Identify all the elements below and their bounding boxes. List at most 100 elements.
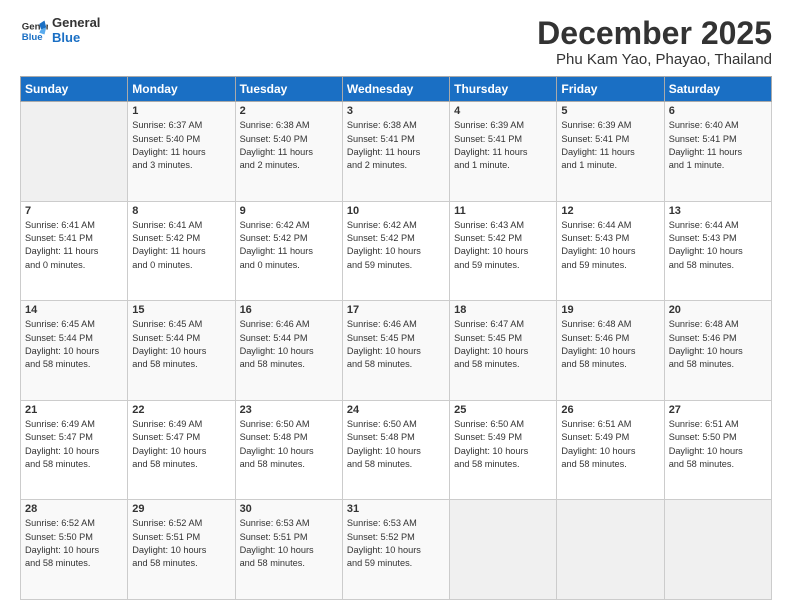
day-info: Sunrise: 6:39 AM Sunset: 5:41 PM Dayligh… [561,119,659,172]
day-cell: 31 Sunrise: 6:53 AM Sunset: 5:52 PM Dayli… [342,500,449,600]
day-cell: 25 Sunrise: 6:50 AM Sunset: 5:49 PM Dayli… [450,400,557,500]
day-info: Sunrise: 6:46 AM Sunset: 5:44 PM Dayligh… [240,318,338,371]
day-info: Sunrise: 6:48 AM Sunset: 5:46 PM Dayligh… [561,318,659,371]
logo-blue: Blue [52,31,100,46]
header-row: SundayMondayTuesdayWednesdayThursdayFrid… [21,77,772,102]
day-number: 31 [347,503,445,515]
day-number: 27 [669,404,767,416]
title-block: December 2025 Phu Kam Yao, Phayao, Thail… [537,16,772,68]
day-cell: 29 Sunrise: 6:52 AM Sunset: 5:51 PM Dayli… [128,500,235,600]
calendar-subtitle: Phu Kam Yao, Phayao, Thailand [537,51,772,68]
day-cell: 7Sunrise: 6:41 AM Sunset: 5:41 PM Daylig… [21,201,128,301]
day-cell: 2 Sunrise: 6:38 AM Sunset: 5:40 PM Daylig… [235,102,342,202]
day-info: Sunrise: 6:44 AM Sunset: 5:43 PM Dayligh… [669,219,767,272]
day-cell: 5Sunrise: 6:39 AM Sunset: 5:41 PM Daylig… [557,102,664,202]
day-number: 22 [132,404,230,416]
day-cell [664,500,771,600]
day-number: 1 [132,105,230,117]
day-number: 9 [240,205,338,217]
day-cell: 15Sunrise: 6:45 AM Sunset: 5:44 PM Dayli… [128,301,235,401]
day-number: 14 [25,304,123,316]
day-cell: 30Sunrise: 6:53 AM Sunset: 5:51 PM Dayli… [235,500,342,600]
day-info: Sunrise: 6:42 AM Sunset: 5:42 PM Dayligh… [347,219,445,272]
day-cell [450,500,557,600]
day-number: 29 [132,503,230,515]
day-info: Sunrise: 6:46 AM Sunset: 5:45 PM Dayligh… [347,318,445,371]
day-number: 25 [454,404,552,416]
svg-text:Blue: Blue [22,32,43,43]
col-header-sunday: Sunday [21,77,128,102]
day-info: Sunrise: 6:43 AM Sunset: 5:42 PM Dayligh… [454,219,552,272]
day-cell: 4 Sunrise: 6:39 AM Sunset: 5:41 PM Daylig… [450,102,557,202]
day-number: 23 [240,404,338,416]
col-header-friday: Friday [557,77,664,102]
day-cell: 14 Sunrise: 6:45 AM Sunset: 5:44 PM Dayli… [21,301,128,401]
day-cell: 13Sunrise: 6:44 AM Sunset: 5:43 PM Dayli… [664,201,771,301]
col-header-monday: Monday [128,77,235,102]
day-info: Sunrise: 6:51 AM Sunset: 5:49 PM Dayligh… [561,418,659,471]
logo-icon: General Blue [20,17,48,45]
day-cell: 19Sunrise: 6:48 AM Sunset: 5:46 PM Dayli… [557,301,664,401]
day-info: Sunrise: 6:53 AM Sunset: 5:51 PM Dayligh… [240,517,338,570]
day-number: 16 [240,304,338,316]
week-row-2: 7Sunrise: 6:41 AM Sunset: 5:41 PM Daylig… [21,201,772,301]
col-header-wednesday: Wednesday [342,77,449,102]
day-info: Sunrise: 6:38 AM Sunset: 5:41 PM Dayligh… [347,119,445,172]
day-number: 4 [454,105,552,117]
day-number: 12 [561,205,659,217]
day-info: Sunrise: 6:39 AM Sunset: 5:41 PM Dayligh… [454,119,552,172]
day-cell: 21 Sunrise: 6:49 AM Sunset: 5:47 PM Dayli… [21,400,128,500]
day-info: Sunrise: 6:50 AM Sunset: 5:49 PM Dayligh… [454,418,552,471]
week-row-1: 1Sunrise: 6:37 AM Sunset: 5:40 PM Daylig… [21,102,772,202]
day-info: Sunrise: 6:53 AM Sunset: 5:52 PM Dayligh… [347,517,445,570]
day-cell: 27Sunrise: 6:51 AM Sunset: 5:50 PM Dayli… [664,400,771,500]
day-cell: 9 Sunrise: 6:42 AM Sunset: 5:42 PM Daylig… [235,201,342,301]
logo-general: General [52,16,100,31]
day-cell: 8 Sunrise: 6:41 AM Sunset: 5:42 PM Daylig… [128,201,235,301]
day-number: 6 [669,105,767,117]
day-info: Sunrise: 6:50 AM Sunset: 5:48 PM Dayligh… [347,418,445,471]
day-cell: 24 Sunrise: 6:50 AM Sunset: 5:48 PM Dayli… [342,400,449,500]
day-cell [21,102,128,202]
day-number: 2 [240,105,338,117]
day-number: 17 [347,304,445,316]
day-cell [557,500,664,600]
day-number: 21 [25,404,123,416]
day-number: 20 [669,304,767,316]
calendar-title: December 2025 [537,16,772,51]
day-info: Sunrise: 6:40 AM Sunset: 5:41 PM Dayligh… [669,119,767,172]
day-number: 18 [454,304,552,316]
logo: General Blue General Blue [20,16,100,46]
day-number: 24 [347,404,445,416]
day-info: Sunrise: 6:49 AM Sunset: 5:47 PM Dayligh… [25,418,123,471]
day-info: Sunrise: 6:52 AM Sunset: 5:50 PM Dayligh… [25,517,123,570]
day-number: 8 [132,205,230,217]
day-number: 10 [347,205,445,217]
day-info: Sunrise: 6:42 AM Sunset: 5:42 PM Dayligh… [240,219,338,272]
day-number: 26 [561,404,659,416]
col-header-tuesday: Tuesday [235,77,342,102]
day-info: Sunrise: 6:45 AM Sunset: 5:44 PM Dayligh… [25,318,123,371]
day-info: Sunrise: 6:50 AM Sunset: 5:48 PM Dayligh… [240,418,338,471]
day-cell: 11 Sunrise: 6:43 AM Sunset: 5:42 PM Dayli… [450,201,557,301]
day-cell: 20 Sunrise: 6:48 AM Sunset: 5:46 PM Dayli… [664,301,771,401]
day-info: Sunrise: 6:52 AM Sunset: 5:51 PM Dayligh… [132,517,230,570]
day-info: Sunrise: 6:49 AM Sunset: 5:47 PM Dayligh… [132,418,230,471]
col-header-saturday: Saturday [664,77,771,102]
day-number: 3 [347,105,445,117]
day-info: Sunrise: 6:38 AM Sunset: 5:40 PM Dayligh… [240,119,338,172]
day-cell: 3 Sunrise: 6:38 AM Sunset: 5:41 PM Daylig… [342,102,449,202]
day-cell: 26 Sunrise: 6:51 AM Sunset: 5:49 PM Dayli… [557,400,664,500]
day-info: Sunrise: 6:41 AM Sunset: 5:42 PM Dayligh… [132,219,230,272]
day-info: Sunrise: 6:44 AM Sunset: 5:43 PM Dayligh… [561,219,659,272]
day-cell: 12 Sunrise: 6:44 AM Sunset: 5:43 PM Dayli… [557,201,664,301]
calendar-table: SundayMondayTuesdayWednesdayThursdayFrid… [20,76,772,600]
day-cell: 18Sunrise: 6:47 AM Sunset: 5:45 PM Dayli… [450,301,557,401]
day-number: 28 [25,503,123,515]
day-number: 11 [454,205,552,217]
day-info: Sunrise: 6:48 AM Sunset: 5:46 PM Dayligh… [669,318,767,371]
day-cell: 17 Sunrise: 6:46 AM Sunset: 5:45 PM Dayli… [342,301,449,401]
day-number: 7 [25,205,123,217]
week-row-4: 21 Sunrise: 6:49 AM Sunset: 5:47 PM Dayli… [21,400,772,500]
day-cell: 6 Sunrise: 6:40 AM Sunset: 5:41 PM Daylig… [664,102,771,202]
